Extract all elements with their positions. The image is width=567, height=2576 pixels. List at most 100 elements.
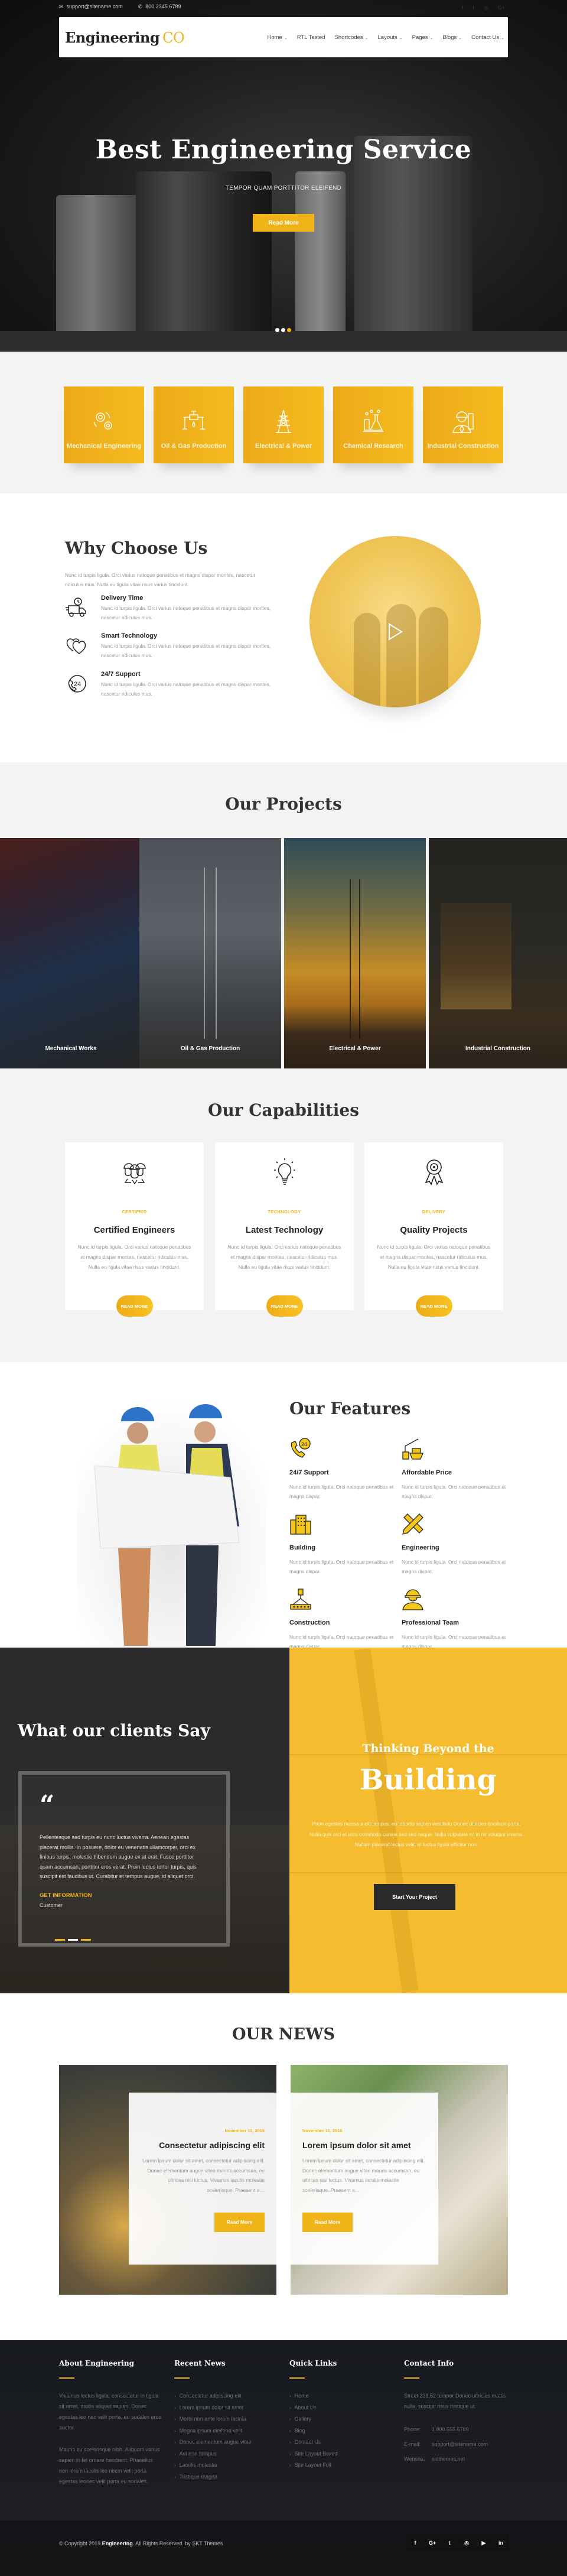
copyright-suffix: . All Rights Reserved. by SKT Themes (132, 2541, 223, 2546)
footer-link[interactable]: › Contact Us (289, 2437, 396, 2448)
footer-link[interactable]: › Tristique magna (174, 2471, 281, 2483)
chevron-down-icon: ⌄ (399, 35, 403, 40)
why-video-thumbnail[interactable] (309, 536, 481, 707)
testimonial-dot[interactable] (55, 1939, 65, 1941)
start-project-button[interactable]: Start Your Project (374, 1884, 455, 1910)
why-item-delivery: Delivery Time Nunc id turpis ligula. Orc… (65, 595, 278, 630)
why-choose-us-section: Why Choose Us Nunc id turpis ligula. Orc… (0, 493, 567, 762)
why-item-text: Nunc id turpis ligula. Orci varius natoq… (101, 681, 271, 697)
testimonial-section: What our clients Say “ Pellentesque sed … (0, 1648, 289, 1993)
footer-link[interactable]: › Aenean tempus (174, 2448, 281, 2460)
nav-item-pages[interactable]: Pages ⌄ (412, 34, 434, 41)
footer-link[interactable]: › Donec elementum augue vitae (174, 2437, 281, 2448)
cta-title-big: Building (359, 1763, 497, 1797)
footer-link[interactable]: › Consectetur adipiscing elit (174, 2390, 281, 2402)
capability-read-more-button[interactable]: READ MORE (266, 1295, 303, 1317)
footer-link[interactable]: › Magna ipsum eleifend velit (174, 2425, 281, 2437)
site-logo[interactable]: Engineering CO (65, 29, 185, 46)
topbar-email[interactable]: ✉ support@sitename.com (59, 4, 123, 10)
footer-link[interactable]: › Site Layout Boxed (289, 2448, 396, 2460)
copyright-brand[interactable]: Engineering (102, 2541, 133, 2546)
nav-item-home[interactable]: Home ⌄ (267, 34, 287, 41)
footer-link-label: About Us (294, 2404, 317, 2411)
site-footer: About Engineering Vivamus lectus ligula,… (0, 2340, 567, 2576)
news-headline[interactable]: Lorem ipsum dolor sit amet (302, 2140, 426, 2150)
capability-read-more-button[interactable]: READ MORE (415, 1295, 452, 1317)
chevron-down-icon: ⌄ (458, 35, 462, 40)
lightbulb-icon (273, 1158, 295, 1185)
feature-title: Building (289, 1544, 315, 1551)
nav-item-contact-us[interactable]: Contact Us ⌄ (471, 34, 504, 41)
google-plus-icon[interactable]: G+ (424, 2535, 441, 2551)
twitter-icon[interactable]: t (472, 5, 474, 11)
footer-link[interactable]: › Lorem ipsum dolor sit amet (174, 2402, 281, 2414)
facebook-icon[interactable]: f (462, 5, 464, 11)
why-item-text: Nunc id turpis ligula. Orci varius natoq… (101, 605, 271, 621)
nav-item-rtl-tested[interactable]: RTL Tested (297, 34, 325, 41)
service-tile[interactable]: Industrial Construction (423, 386, 503, 463)
facebook-icon[interactable]: f (407, 2535, 423, 2551)
topbar-phone[interactable]: ✆ 800 2345 6789 (138, 4, 181, 10)
excavator-graphic (441, 903, 511, 1009)
slider-dot-active[interactable] (287, 328, 291, 332)
footer-heading: Recent News (174, 2359, 226, 2367)
news-read-more-button[interactable]: Read More (302, 2213, 353, 2232)
why-title: Why Choose Us (65, 538, 208, 558)
instagram-icon[interactable]: ◎ (484, 5, 488, 11)
footer-link[interactable]: › Site Layout Full (289, 2460, 396, 2471)
capability-text: Nunc id turpis ligula. Orci varius natoq… (77, 1244, 191, 1270)
chevron-right-icon: › (174, 2439, 176, 2445)
contact-website[interactable]: sktthemes.net (432, 2452, 465, 2467)
project-card-electrical[interactable]: Electrical & Power (284, 838, 426, 1068)
buildings-icon (290, 1515, 311, 1535)
engineer-figure (419, 607, 448, 707)
hero-background-silo (56, 195, 145, 349)
capability-tag: TECHNOLOGY (268, 1209, 301, 1214)
slider-dot[interactable] (275, 328, 279, 332)
contact-email[interactable]: support@sitename.com (432, 2437, 488, 2452)
footer-social-links: f G+ t ◎ ▶ in (407, 2535, 509, 2551)
footer-link[interactable]: › Blog (289, 2425, 396, 2437)
contact-phone[interactable]: 1.800.555.6789 (432, 2422, 469, 2437)
service-tile[interactable]: Chemical Research (333, 386, 413, 463)
service-tile[interactable]: Electrical & Power (243, 386, 324, 463)
testimonial-dot[interactable] (81, 1939, 91, 1941)
service-label: Mechanical Engineering (67, 443, 141, 450)
project-card-mechanical[interactable]: Mechanical Works (0, 838, 142, 1068)
chevron-right-icon: › (289, 2405, 291, 2411)
footer-link[interactable]: › Laculis molestie (174, 2460, 281, 2471)
play-icon[interactable] (387, 623, 403, 641)
service-tile[interactable]: Mechanical Engineering (64, 386, 144, 463)
youtube-icon[interactable]: ▶ (475, 2535, 492, 2551)
chevron-down-icon: ⌄ (284, 35, 288, 40)
testimonial-dot-active[interactable] (68, 1939, 78, 1941)
footer-link[interactable]: › Gallery (289, 2413, 396, 2425)
footer-link[interactable]: › About Us (289, 2402, 396, 2414)
slider-dot[interactable] (281, 328, 285, 332)
news-headline[interactable]: Consectetur adipiscing elit (141, 2140, 265, 2150)
footer-link[interactable]: › Morbi non ante lorem lacinia (174, 2413, 281, 2425)
capability-title: Latest Technology (245, 1225, 324, 1235)
nav-item-layouts[interactable]: Layouts ⌄ (378, 34, 403, 41)
news-read-more-button[interactable]: Read More (214, 2213, 265, 2232)
capability-read-more-button[interactable]: READ MORE (116, 1295, 153, 1317)
chevron-right-icon: › (174, 2474, 176, 2480)
linkedin-icon[interactable]: in (493, 2535, 509, 2551)
google-plus-icon[interactable]: G+ (498, 5, 505, 11)
instagram-icon[interactable]: ◎ (458, 2535, 475, 2551)
footer-link[interactable]: › Home (289, 2390, 396, 2402)
hero-read-more-button[interactable]: Read More (253, 214, 314, 232)
heading-underline (289, 2377, 305, 2379)
project-label: Electrical & Power (329, 1045, 381, 1052)
footer-heading: Contact Info (404, 2359, 454, 2367)
twitter-icon[interactable]: t (441, 2535, 458, 2551)
nav-item-blogs[interactable]: Blogs ⌄ (442, 34, 462, 41)
nav-item-shortcodes[interactable]: Shortcodes ⌄ (335, 34, 369, 41)
service-tile[interactable]: Oil & Gas Production (154, 386, 234, 463)
footer-link-label: Magna ipsum eleifend velit (179, 2427, 243, 2434)
project-card-construction[interactable]: Industrial Construction (429, 838, 567, 1068)
chevron-down-icon: ⌄ (501, 35, 504, 40)
hearts-icon (66, 638, 86, 654)
hero-background-silo (354, 136, 472, 349)
project-card-oil-gas[interactable]: Oil & Gas Production (139, 838, 281, 1068)
